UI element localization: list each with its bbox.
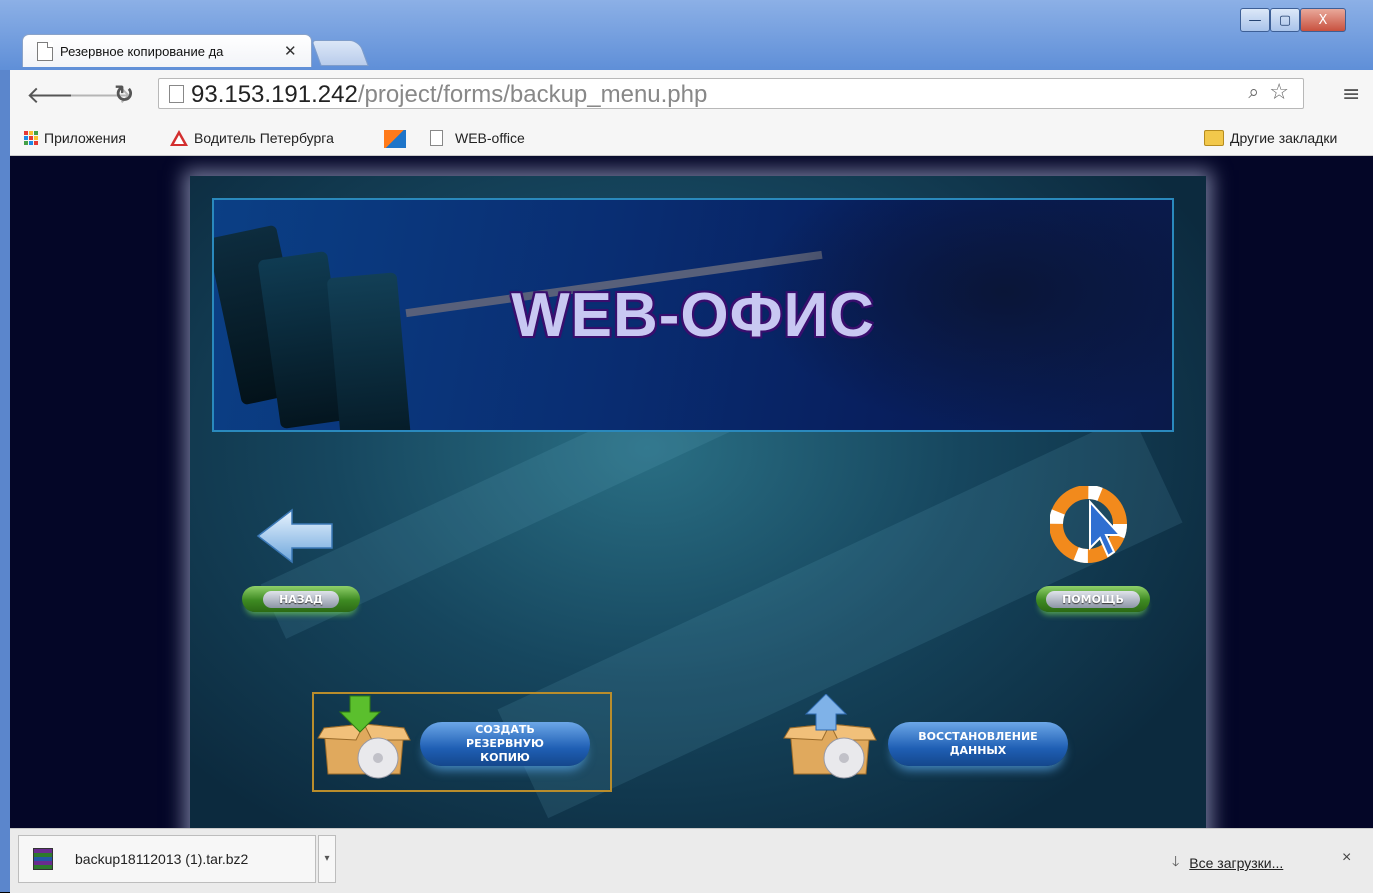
- close-window-button[interactable]: X: [1300, 8, 1346, 32]
- page-icon: [169, 85, 184, 103]
- page-viewport: WEB-ОФИС НАЗАД ПОМОЩЬ СОЗДАТЬ РЕЗЕРВНУЮ …: [10, 156, 1373, 828]
- bookmark-other[interactable]: Другие закладки: [1204, 130, 1337, 146]
- all-downloads-link[interactable]: Все загрузки...: [1189, 855, 1283, 871]
- back-button[interactable]: НАЗАД: [242, 586, 360, 612]
- bookmark-label: WEB-office: [455, 130, 525, 146]
- content-panel: WEB-ОФИС НАЗАД ПОМОЩЬ СОЗДАТЬ РЕЗЕРВНУЮ …: [190, 176, 1206, 828]
- download-arrow-icon: 🡓: [1172, 853, 1180, 869]
- title-bar: — ▢ X Резервное копирование да ✕: [0, 0, 1373, 70]
- address-bar[interactable]: 93.153.191.242/project/forms/backup_menu…: [158, 78, 1304, 109]
- back-button-label: НАЗАД: [263, 590, 339, 608]
- menu-icon[interactable]: ≡: [1342, 82, 1360, 107]
- close-download-bar-icon[interactable]: ×: [1342, 849, 1351, 867]
- tab-close-icon[interactable]: ✕: [284, 42, 297, 60]
- download-item[interactable]: backup18112013 (1).tar.bz2: [18, 835, 316, 883]
- archive-icon: [33, 848, 53, 870]
- all-downloads[interactable]: 🡓 Все загрузки...: [1172, 851, 1283, 875]
- bookmark-label: Приложения: [44, 130, 126, 146]
- chart-icon: [384, 130, 406, 148]
- box-download-icon[interactable]: [316, 694, 412, 782]
- url-host: 93.153.191.242: [191, 81, 358, 108]
- apps-icon: [24, 131, 38, 145]
- create-backup-label: СОЗДАТЬ РЕЗЕРВНУЮ КОПИЮ: [466, 723, 544, 764]
- minimize-button[interactable]: —: [1240, 8, 1270, 32]
- bookmark-chart[interactable]: [384, 130, 420, 148]
- help-button-label: ПОМОЩЬ: [1046, 590, 1140, 608]
- page-icon: [37, 41, 53, 61]
- download-file-name: backup18112013 (1).tar.bz2: [75, 851, 249, 867]
- restore-data-label: ВОССТАНОВЛЕНИЕ ДАННЫХ: [918, 730, 1038, 757]
- lifebuoy-icon[interactable]: [1050, 486, 1130, 566]
- page-icon: [430, 130, 443, 146]
- bookmark-apps[interactable]: Приложения: [24, 130, 126, 146]
- back-arrow-icon[interactable]: [256, 506, 336, 566]
- bookmark-star-icon[interactable]: ☆: [1269, 80, 1289, 105]
- create-backup-button[interactable]: СОЗДАТЬ РЕЗЕРВНУЮ КОПИЮ: [420, 722, 590, 766]
- warning-icon: [170, 130, 188, 146]
- reload-icon[interactable]: ↻: [114, 80, 134, 108]
- zoom-icon[interactable]: ⌕: [1248, 81, 1259, 103]
- bookmark-label: Другие закладки: [1230, 130, 1338, 146]
- browser-tab-active[interactable]: Резервное копирование да ✕: [22, 34, 312, 67]
- browser-window: — ▢ X Резервное копирование да ✕ 🡐 🡒 ↻ 9…: [0, 0, 1373, 893]
- maximize-button[interactable]: ▢: [1270, 8, 1300, 32]
- download-bar: backup18112013 (1).tar.bz2 ▾ 🡓 Все загру…: [10, 828, 1373, 893]
- box-upload-icon[interactable]: [782, 694, 878, 782]
- new-tab-button[interactable]: [311, 40, 369, 66]
- help-button[interactable]: ПОМОЩЬ: [1036, 586, 1150, 612]
- logo-text: WEB-ОФИС: [511, 281, 875, 350]
- download-menu-button[interactable]: ▾: [318, 835, 336, 883]
- url-text[interactable]: 93.153.191.242/project/forms/backup_menu…: [191, 81, 707, 109]
- bookmark-web-office[interactable]: WEB-office: [430, 130, 525, 146]
- bookmark-label: Водитель Петербурга: [194, 130, 334, 146]
- folder-icon: [1204, 130, 1224, 146]
- header-banner: WEB-ОФИС: [212, 198, 1174, 432]
- bookmark-driver[interactable]: Водитель Петербурга: [170, 130, 334, 146]
- bookmarks-bar: Приложения Водитель Петербурга WEB-offic…: [10, 124, 1373, 156]
- browser-toolbar: 🡐 🡒 ↻ 93.153.191.242/project/forms/backu…: [10, 70, 1373, 125]
- restore-data-button[interactable]: ВОССТАНОВЛЕНИЕ ДАННЫХ: [888, 722, 1068, 766]
- url-path: /project/forms/backup_menu.php: [357, 81, 708, 108]
- tab-title: Резервное копирование да: [60, 43, 224, 59]
